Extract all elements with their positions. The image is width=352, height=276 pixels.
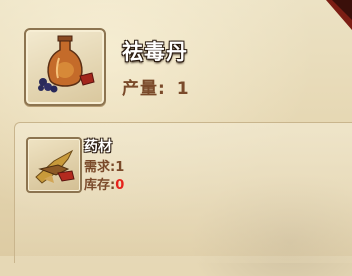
herb-bundle-icon [35,149,75,184]
potion-bottle-icon [38,35,95,93]
required-label: 需求: [84,160,116,175]
material-stock: 库存:0 [84,174,124,193]
material-name: 药材 [84,139,112,155]
yield-label: 产量: [122,79,166,99]
material-required: 需求:1 [84,156,124,175]
stock-label: 库存: [84,178,116,193]
yield-row: 产量: 1 [122,74,194,99]
corner-ornament-icon [326,0,352,30]
crafting-panel: 祛毒丹 产量: 1 药材 需求:1 库存:0 [0,0,352,276]
yield-value: 1 [176,79,190,99]
material-icon-slot[interactable] [26,137,82,193]
product-name: 祛毒丹 [122,40,188,64]
product-icon-slot[interactable] [24,28,106,106]
required-value: 1 [115,160,125,175]
stock-value: 0 [115,178,125,193]
